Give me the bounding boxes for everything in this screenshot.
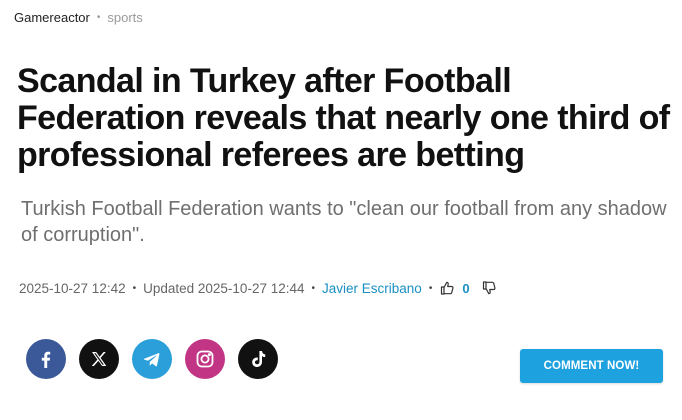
published-date: 2025-10-27 12:42 <box>19 280 126 296</box>
thumbs-down-icon[interactable] <box>481 280 497 296</box>
facebook-icon <box>41 351 51 368</box>
article-subheadline: Turkish Football Federation wants to "cl… <box>21 198 667 246</box>
instagram-icon <box>196 350 214 368</box>
breadcrumb-site-link[interactable]: Gamereactor <box>14 10 90 25</box>
instagram-share-button[interactable] <box>185 339 225 379</box>
social-share-bar <box>26 339 291 379</box>
author-link[interactable]: Javier Escribano <box>322 281 422 296</box>
breadcrumb: Gamereactor • sports <box>14 10 143 25</box>
likes-count: 0 <box>462 280 470 296</box>
facebook-share-button[interactable] <box>26 339 66 379</box>
breadcrumb-section-link[interactable]: sports <box>107 10 142 25</box>
telegram-icon <box>143 353 160 367</box>
x-share-button[interactable] <box>79 339 119 379</box>
article-meta: 2025-10-27 12:42 • Updated 2025-10-27 12… <box>19 280 497 296</box>
tiktok-icon <box>252 351 266 367</box>
meta-separator: • <box>428 282 433 294</box>
tiktok-share-button[interactable] <box>238 339 278 379</box>
meta-separator: • <box>311 282 316 294</box>
x-icon <box>91 352 107 366</box>
meta-separator: • <box>132 282 137 294</box>
updated-date: Updated 2025-10-27 12:44 <box>143 280 305 296</box>
telegram-share-button[interactable] <box>132 339 172 379</box>
breadcrumb-separator: • <box>96 12 101 23</box>
comment-now-button[interactable]: COMMENT NOW! <box>520 349 663 383</box>
article-headline: Scandal in Turkey after Football Federat… <box>17 62 670 174</box>
thumbs-up-icon[interactable] <box>439 280 455 296</box>
